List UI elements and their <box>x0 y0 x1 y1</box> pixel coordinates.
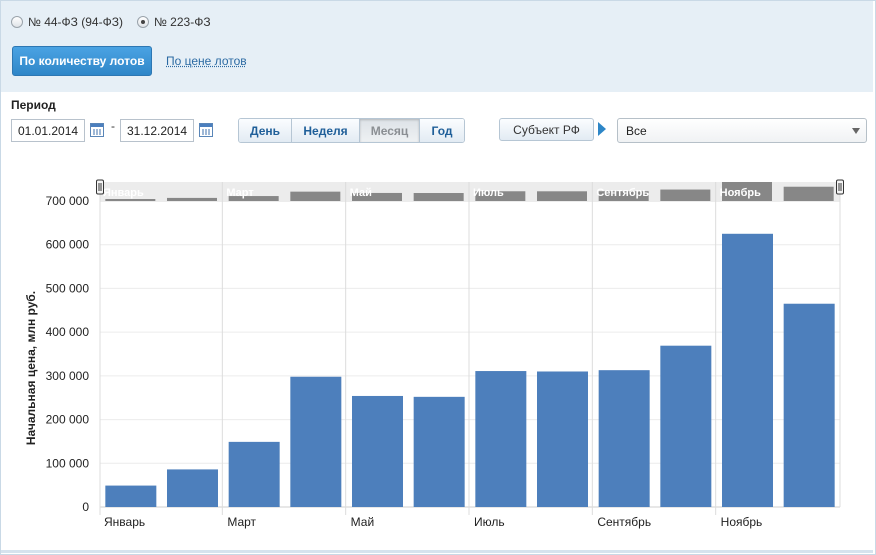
y-tick-label: 500 000 <box>46 281 90 295</box>
y-tick-label: 600 000 <box>46 238 90 252</box>
x-tick-label: Март <box>227 515 256 529</box>
radio-circle-icon[interactable] <box>11 16 23 28</box>
navigator-label: Январь <box>103 187 144 199</box>
period-label: Период <box>11 98 56 112</box>
x-tick-label: Сентябрь <box>597 515 651 529</box>
bar-Февраль <box>167 469 218 507</box>
subject-select-value: Все <box>626 124 647 138</box>
radio-law-44-label: № 44-ФЗ (94-ФЗ) <box>28 15 123 29</box>
y-tick-label: 100 000 <box>46 456 90 470</box>
radio-law-223-label: № 223-ФЗ <box>153 15 211 29</box>
granularity-month-button[interactable]: Месяц <box>360 119 420 142</box>
bar-Июль <box>475 371 527 507</box>
bar-Июнь <box>413 396 465 507</box>
date-separator: - <box>111 119 115 133</box>
bar-Декабрь <box>783 303 835 507</box>
by-price-link[interactable]: По цене лотов <box>166 54 247 68</box>
x-tick-label: Ноябрь <box>721 515 763 529</box>
granularity-year-button[interactable]: Год <box>420 119 464 142</box>
navigator-left-handle <box>96 179 104 195</box>
navigator-label: Июль <box>473 187 504 199</box>
calendar-icon[interactable] <box>199 123 213 137</box>
radio-checked-icon[interactable] <box>136 16 149 28</box>
radio-law-44[interactable]: № 44-ФЗ (94-ФЗ) <box>11 15 123 29</box>
bar-Сентябрь <box>598 370 650 507</box>
y-axis-title: Начальная цена, млн руб. <box>24 291 38 445</box>
navigator-bar <box>783 186 834 201</box>
navigator-label: Ноябрь <box>720 187 761 199</box>
y-tick-label: 400 000 <box>46 325 90 339</box>
x-tick-label: Январь <box>104 515 145 529</box>
y-tick-label: 700 000 <box>46 194 90 208</box>
granularity-switch: День Неделя Месяц Год <box>238 118 465 143</box>
navigator-bar <box>413 193 464 201</box>
navigator-bar <box>537 191 587 201</box>
granularity-week-button[interactable]: Неделя <box>292 119 360 142</box>
subject-select[interactable]: Все <box>617 118 867 143</box>
x-tick-label: Май <box>351 515 375 529</box>
bottom-border <box>1 550 873 553</box>
bar-Апрель <box>290 376 342 507</box>
bar-Январь <box>105 485 157 507</box>
play-arrow-icon[interactable] <box>598 122 606 136</box>
bar-Октябрь <box>660 345 712 507</box>
by-count-button[interactable]: По количеству лотов <box>12 46 152 76</box>
radio-law-223[interactable]: № 223-ФЗ <box>136 15 211 29</box>
navigator-label: Сентябрь <box>596 187 649 199</box>
navigator-label: Март <box>226 187 254 199</box>
x-tick-label: Июль <box>474 515 505 529</box>
bar-Май <box>352 395 403 507</box>
navigator-bar <box>660 189 711 201</box>
law-radio-group: № 44-ФЗ (94-ФЗ) № 223-ФЗ <box>11 15 211 29</box>
bar-Август <box>537 371 588 507</box>
price-bar-chart: 0 100 000 200 000 300 000 400 000 500 000 600 … <box>24 179 844 529</box>
navigator-bar <box>290 191 341 201</box>
y-tick-label: 200 000 <box>46 413 90 427</box>
y-tick-label: 0 <box>82 500 89 514</box>
filter-panel: № 44-ФЗ (94-ФЗ) № 223-ФЗ По количеству л… <box>1 1 873 92</box>
bar-Ноябрь <box>722 233 773 507</box>
calendar-icon[interactable] <box>90 123 104 137</box>
navigator-label: Май <box>350 187 372 199</box>
date-to-input[interactable]: 31.12.2014 <box>120 119 194 142</box>
chevron-down-icon[interactable] <box>852 128 860 134</box>
navigator-right-handle <box>836 179 844 195</box>
navigator-bar <box>167 197 217 201</box>
subject-button[interactable]: Субъект РФ <box>499 118 594 141</box>
granularity-day-button[interactable]: День <box>239 119 292 142</box>
y-tick-label: 300 000 <box>46 369 90 383</box>
bar-Март <box>228 441 280 507</box>
navigator-bar <box>105 199 156 201</box>
date-from-input[interactable]: 01.01.2014 <box>11 119 85 142</box>
